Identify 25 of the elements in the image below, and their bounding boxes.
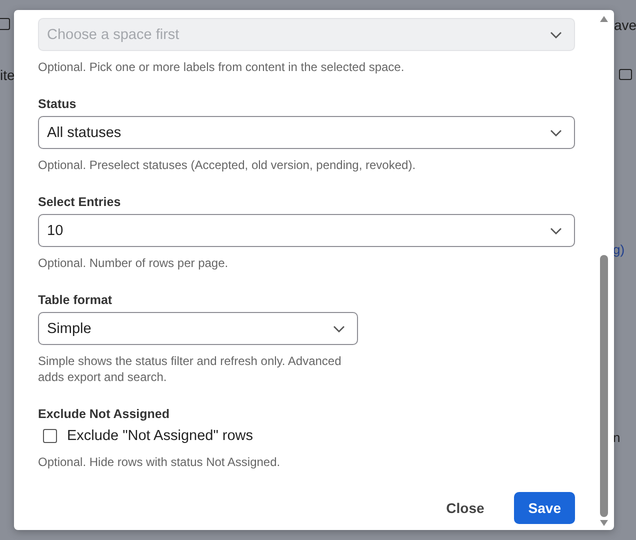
backdrop-text: ite [0, 67, 15, 83]
dropdown: Choose a space first [38, 18, 575, 51]
field-label: Select Entries [38, 195, 122, 209]
hint-text: Optional. Hide rows with status Not Assigned. [38, 454, 282, 470]
save-button[interactable]: Save [514, 492, 575, 524]
hint-text: Optional. Pick one or more labels from content in the selected space. [38, 59, 406, 75]
dropdown[interactable]: Simple [38, 312, 358, 345]
hint-text: Optional. Number of rows per page. [38, 255, 230, 271]
chevron-down-icon [550, 128, 562, 136]
chevron-down-icon [550, 30, 562, 38]
chevron-down-icon [550, 226, 562, 234]
checkbox[interactable] [43, 429, 57, 443]
checkbox-label[interactable]: Exclude "Not Assigned" rows [67, 428, 253, 444]
dropdown[interactable]: 10 [38, 214, 575, 247]
chevron-down-icon [333, 324, 345, 332]
backdrop-text: n [613, 430, 620, 445]
backdrop-text: g) [613, 242, 625, 257]
hint-text: Simple shows the status filter and refresh only. Advanced adds export and search. [38, 353, 342, 385]
field-label: Status [38, 97, 78, 111]
field-label: Exclude Not Assigned [38, 407, 171, 421]
close-button[interactable]: Close [432, 492, 498, 524]
dropdown[interactable]: All statuses [38, 116, 575, 149]
hint-text: Optional. Preselect statuses (Accepted, old version, pending, revoked). [38, 157, 417, 173]
field-label: Table format [38, 293, 114, 307]
backdrop-text: ave [614, 17, 636, 33]
